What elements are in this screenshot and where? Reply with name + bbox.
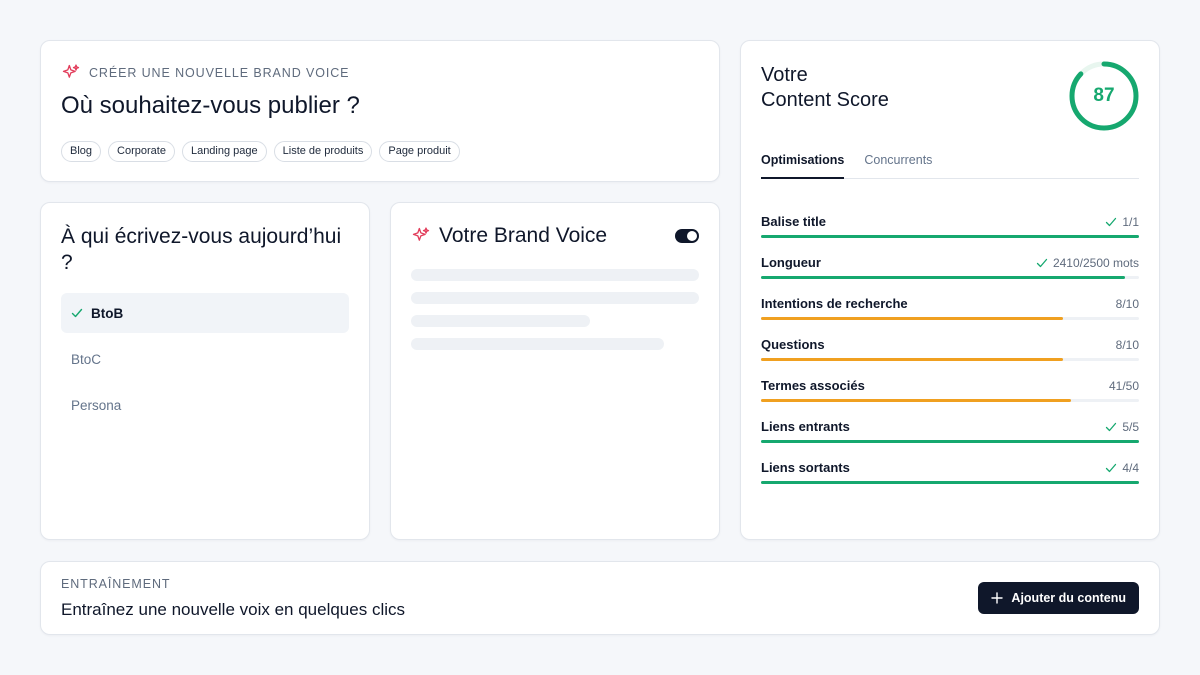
channel-chips: Blog Corporate Landing page Liste de pro… — [61, 141, 460, 162]
sparkle-icon — [62, 64, 80, 78]
chip-blog[interactable]: Blog — [61, 141, 102, 162]
score-tabs: Optimisations Concurrents — [761, 151, 1139, 179]
skeleton-line — [411, 338, 664, 350]
audience-option-label: BtoB — [91, 305, 124, 321]
skeleton-line — [411, 315, 590, 327]
metric-label: Liens sortants — [761, 460, 850, 475]
sparkle-icon — [412, 227, 430, 241]
chip-corporate[interactable]: Corporate — [108, 141, 175, 162]
publish-card: Créer une nouvelle Brand Voice Où souhai… — [40, 40, 720, 182]
training-card: Entraînement Entraînez une nouvelle voix… — [40, 561, 1160, 635]
metric-progress-track — [761, 358, 1139, 361]
audience-option-btob[interactable]: BtoB — [61, 293, 349, 333]
metric-progress-fill — [761, 358, 1064, 361]
metric-value: 2410/2500 mots — [1036, 256, 1139, 270]
metric-row: Balise title 1/1 — [761, 214, 1139, 244]
metric-row: Liens entrants 5/5 — [761, 419, 1139, 449]
metric-label: Termes associés — [761, 378, 865, 393]
tab-concurrents[interactable]: Concurrents — [864, 151, 932, 179]
metric-progress-track — [761, 399, 1139, 402]
metric-value: 1/1 — [1105, 215, 1139, 229]
metric-value-text: 8/10 — [1115, 297, 1139, 311]
plus-icon — [991, 592, 1004, 604]
content-score-title-line2: Content Score — [761, 89, 889, 111]
metric-row: Intentions de recherche 8/10 — [761, 296, 1139, 326]
training-eyebrow: Entraînement — [61, 577, 171, 591]
metric-progress-fill — [761, 317, 1064, 320]
add-content-button[interactable]: Ajouter du contenu — [978, 582, 1139, 614]
skeleton-line — [411, 292, 699, 304]
metric-row: Liens sortants 4/4 — [761, 460, 1139, 490]
metric-progress-fill — [761, 235, 1139, 238]
metric-label: Liens entrants — [761, 419, 850, 434]
metric-progress-track — [761, 317, 1139, 320]
content-score-value: 87 — [1093, 85, 1115, 106]
audience-option-label: Persona — [71, 397, 122, 413]
metric-value: 8/10 — [1116, 338, 1139, 352]
metric-label: Intentions de recherche — [761, 296, 908, 311]
metric-row: Termes associés 41/50 — [761, 378, 1139, 408]
brand-voice-card: Votre Brand Voice — [390, 202, 720, 540]
audience-card: À qui écrivez-vous aujourd’hui ? BtoB Bt… — [40, 202, 370, 540]
training-title: Entraînez une nouvelle voix en quelques … — [61, 600, 405, 619]
audience-option-persona[interactable]: Persona — [61, 385, 349, 425]
metric-value-text: 2410/2500 mots — [1052, 256, 1139, 270]
metric-value: 8/10 — [1116, 297, 1139, 311]
metric-progress-track — [761, 440, 1139, 443]
chip-landing-page[interactable]: Landing page — [181, 141, 267, 162]
check-icon — [1106, 217, 1117, 227]
metric-value: 5/5 — [1105, 420, 1139, 434]
chip-page-produit[interactable]: Page produit — [379, 141, 460, 162]
metric-label: Longueur — [761, 255, 821, 270]
brand-voice-title: Votre Brand Voice — [439, 224, 608, 247]
check-icon — [1036, 258, 1048, 268]
metric-progress-fill — [761, 276, 1126, 279]
metric-progress-fill — [761, 399, 1071, 402]
toggle-knob — [687, 231, 697, 241]
metric-value-text: 41/50 — [1108, 379, 1139, 393]
publish-eyebrow-row: Créer une nouvelle Brand Voice — [61, 63, 349, 83]
check-icon — [1106, 422, 1117, 432]
metric-value-text: 8/10 — [1115, 338, 1139, 352]
check-icon — [71, 308, 83, 318]
metric-value: 4/4 — [1105, 461, 1139, 475]
brand-voice-toggle[interactable] — [675, 229, 699, 243]
metric-value-text: 1/1 — [1122, 215, 1139, 229]
publish-eyebrow: Créer une nouvelle Brand Voice — [89, 66, 350, 80]
metric-value-text: 5/5 — [1122, 420, 1139, 434]
metric-label: Questions — [761, 337, 825, 352]
metric-row: Longueur 2410/2500 mots — [761, 255, 1139, 285]
brand-voice-header: Votre Brand Voice — [411, 224, 607, 248]
metric-row: Questions 8/10 — [761, 337, 1139, 367]
content-score-title: Votre Content Score — [761, 63, 889, 113]
metric-progress-track — [761, 235, 1139, 238]
skeleton-line — [411, 269, 699, 281]
metric-label: Balise title — [761, 214, 827, 229]
audience-options: BtoB BtoC Persona — [61, 293, 349, 431]
metric-value-text: 4/4 — [1122, 461, 1139, 475]
metric-progress-fill — [761, 481, 1139, 484]
metric-progress-track — [761, 481, 1139, 484]
audience-title: À qui écrivez-vous aujourd’hui ? — [61, 225, 342, 274]
publish-title: Où souhaitez-vous publier ? — [61, 92, 360, 119]
content-score-card: Votre Content Score 87 Optimisations Con… — [740, 40, 1160, 540]
check-icon — [1106, 463, 1117, 473]
tab-optimisations[interactable]: Optimisations — [761, 151, 845, 179]
metric-progress-fill — [761, 440, 1139, 443]
metric-value: 41/50 — [1109, 379, 1139, 393]
metric-progress-track — [761, 276, 1139, 279]
chip-liste-de-produits[interactable]: Liste de produits — [273, 141, 373, 162]
audience-option-label: BtoC — [71, 351, 102, 367]
content-score-title-line1: Votre — [761, 64, 808, 86]
add-content-button-label: Ajouter du contenu — [1011, 591, 1126, 605]
audience-option-btoc[interactable]: BtoC — [61, 339, 349, 379]
